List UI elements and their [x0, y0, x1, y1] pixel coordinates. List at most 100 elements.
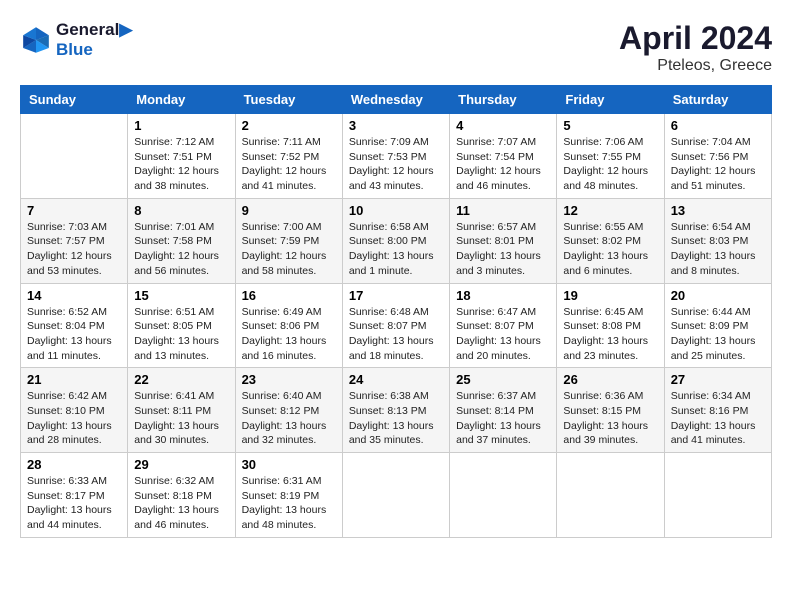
day-info: Sunrise: 6:51 AMSunset: 8:05 PMDaylight:…	[134, 305, 228, 364]
day-info: Sunrise: 6:45 AMSunset: 8:08 PMDaylight:…	[563, 305, 657, 364]
day-info: Sunrise: 6:32 AMSunset: 8:18 PMDaylight:…	[134, 474, 228, 533]
day-number: 6	[671, 118, 765, 133]
day-number: 8	[134, 203, 228, 218]
day-number: 25	[456, 372, 550, 387]
day-info: Sunrise: 6:42 AMSunset: 8:10 PMDaylight:…	[27, 389, 121, 448]
day-number: 16	[242, 288, 336, 303]
logo: General▶ Blue	[20, 20, 132, 60]
day-info: Sunrise: 6:38 AMSunset: 8:13 PMDaylight:…	[349, 389, 443, 448]
calendar-cell	[342, 453, 449, 538]
day-number: 10	[349, 203, 443, 218]
calendar-cell: 15 Sunrise: 6:51 AMSunset: 8:05 PMDayligh…	[128, 283, 235, 368]
day-info: Sunrise: 7:00 AMSunset: 7:59 PMDaylight:…	[242, 220, 336, 279]
day-number: 14	[27, 288, 121, 303]
calendar-subtitle: Pteleos, Greece	[619, 57, 772, 75]
day-number: 30	[242, 457, 336, 472]
calendar-cell	[450, 453, 557, 538]
col-header-sunday: Sunday	[21, 86, 128, 114]
day-info: Sunrise: 7:11 AMSunset: 7:52 PMDaylight:…	[242, 135, 336, 194]
calendar-cell: 21Sunrise: 6:42 AMSunset: 8:10 PMDayligh…	[21, 368, 128, 453]
day-number: 12	[563, 203, 657, 218]
day-info: Sunrise: 6:54 AMSunset: 8:03 PMDaylight:…	[671, 220, 765, 279]
day-number: 1	[134, 118, 228, 133]
calendar-week-4: 21Sunrise: 6:42 AMSunset: 8:10 PMDayligh…	[21, 368, 772, 453]
calendar-cell: 23 Sunrise: 6:40 AMSunset: 8:12 PMDayligh…	[235, 368, 342, 453]
title-block: April 2024 Pteleos, Greece	[619, 20, 772, 75]
calendar-cell: 11Sunrise: 6:57 AMSunset: 8:01 PMDayligh…	[450, 198, 557, 283]
day-number: 24	[349, 372, 443, 387]
day-number: 26	[563, 372, 657, 387]
calendar-week-3: 14Sunrise: 6:52 AMSunset: 8:04 PMDayligh…	[21, 283, 772, 368]
day-info: Sunrise: 6:44 AMSunset: 8:09 PMDaylight:…	[671, 305, 765, 364]
calendar-cell: 25Sunrise: 6:37 AMSunset: 8:14 PMDayligh…	[450, 368, 557, 453]
calendar-header-row: SundayMondayTuesdayWednesdayThursdayFrid…	[21, 86, 772, 114]
day-number: 9	[242, 203, 336, 218]
day-info: Sunrise: 7:09 AMSunset: 7:53 PMDaylight:…	[349, 135, 443, 194]
day-number: 23	[242, 372, 336, 387]
calendar-cell: 10 Sunrise: 6:58 AMSunset: 8:00 PMDayligh…	[342, 198, 449, 283]
day-number: 7	[27, 203, 121, 218]
day-info: Sunrise: 6:33 AMSunset: 8:17 PMDaylight:…	[27, 474, 121, 533]
col-header-saturday: Saturday	[664, 86, 771, 114]
day-info: Sunrise: 6:55 AMSunset: 8:02 PMDaylight:…	[563, 220, 657, 279]
day-info: Sunrise: 7:06 AMSunset: 7:55 PMDaylight:…	[563, 135, 657, 194]
calendar-cell: 27Sunrise: 6:34 AMSunset: 8:16 PMDayligh…	[664, 368, 771, 453]
calendar-week-1: 1 Sunrise: 7:12 AMSunset: 7:51 PMDaylight…	[21, 114, 772, 199]
day-number: 2	[242, 118, 336, 133]
col-header-tuesday: Tuesday	[235, 86, 342, 114]
calendar-cell: 7 Sunrise: 7:03 AMSunset: 7:57 PMDaylight…	[21, 198, 128, 283]
day-number: 27	[671, 372, 765, 387]
day-info: Sunrise: 7:01 AMSunset: 7:58 PMDaylight:…	[134, 220, 228, 279]
col-header-wednesday: Wednesday	[342, 86, 449, 114]
day-info: Sunrise: 6:31 AMSunset: 8:19 PMDaylight:…	[242, 474, 336, 533]
calendar-cell: 1 Sunrise: 7:12 AMSunset: 7:51 PMDaylight…	[128, 114, 235, 199]
calendar-cell: 2 Sunrise: 7:11 AMSunset: 7:52 PMDaylight…	[235, 114, 342, 199]
day-info: Sunrise: 7:07 AMSunset: 7:54 PMDaylight:…	[456, 135, 550, 194]
calendar-cell: 9 Sunrise: 7:00 AMSunset: 7:59 PMDaylight…	[235, 198, 342, 283]
col-header-monday: Monday	[128, 86, 235, 114]
day-number: 5	[563, 118, 657, 133]
calendar-cell	[664, 453, 771, 538]
day-number: 29	[134, 457, 228, 472]
day-info: Sunrise: 6:40 AMSunset: 8:12 PMDaylight:…	[242, 389, 336, 448]
day-info: Sunrise: 7:03 AMSunset: 7:57 PMDaylight:…	[27, 220, 121, 279]
calendar-cell: 4 Sunrise: 7:07 AMSunset: 7:54 PMDaylight…	[450, 114, 557, 199]
logo-text: General▶ Blue	[56, 20, 132, 60]
calendar-cell: 13 Sunrise: 6:54 AMSunset: 8:03 PMDayligh…	[664, 198, 771, 283]
calendar-cell: 8 Sunrise: 7:01 AMSunset: 7:58 PMDaylight…	[128, 198, 235, 283]
calendar-title: April 2024	[619, 20, 772, 57]
calendar-cell: 18 Sunrise: 6:47 AMSunset: 8:07 PMDayligh…	[450, 283, 557, 368]
logo-icon	[20, 24, 52, 56]
day-info: Sunrise: 6:47 AMSunset: 8:07 PMDaylight:…	[456, 305, 550, 364]
day-info: Sunrise: 6:49 AMSunset: 8:06 PMDaylight:…	[242, 305, 336, 364]
calendar-table: SundayMondayTuesdayWednesdayThursdayFrid…	[20, 85, 772, 538]
page-header: General▶ Blue April 2024 Pteleos, Greece	[20, 20, 772, 75]
day-number: 13	[671, 203, 765, 218]
day-number: 11	[456, 203, 550, 218]
day-info: Sunrise: 7:04 AMSunset: 7:56 PMDaylight:…	[671, 135, 765, 194]
calendar-cell: 5 Sunrise: 7:06 AMSunset: 7:55 PMDaylight…	[557, 114, 664, 199]
calendar-cell: 3Sunrise: 7:09 AMSunset: 7:53 PMDaylight…	[342, 114, 449, 199]
day-info: Sunrise: 7:12 AMSunset: 7:51 PMDaylight:…	[134, 135, 228, 194]
col-header-friday: Friday	[557, 86, 664, 114]
calendar-cell: 14Sunrise: 6:52 AMSunset: 8:04 PMDayligh…	[21, 283, 128, 368]
day-number: 4	[456, 118, 550, 133]
calendar-cell: 26Sunrise: 6:36 AMSunset: 8:15 PMDayligh…	[557, 368, 664, 453]
calendar-cell: 16 Sunrise: 6:49 AMSunset: 8:06 PMDayligh…	[235, 283, 342, 368]
day-number: 22	[134, 372, 228, 387]
calendar-cell: 17Sunrise: 6:48 AMSunset: 8:07 PMDayligh…	[342, 283, 449, 368]
calendar-cell: 30 Sunrise: 6:31 AMSunset: 8:19 PMDayligh…	[235, 453, 342, 538]
calendar-cell: 29 Sunrise: 6:32 AMSunset: 8:18 PMDayligh…	[128, 453, 235, 538]
calendar-cell: 12 Sunrise: 6:55 AMSunset: 8:02 PMDayligh…	[557, 198, 664, 283]
col-header-thursday: Thursday	[450, 86, 557, 114]
calendar-cell: 28 Sunrise: 6:33 AMSunset: 8:17 PMDayligh…	[21, 453, 128, 538]
day-info: Sunrise: 6:41 AMSunset: 8:11 PMDaylight:…	[134, 389, 228, 448]
day-number: 20	[671, 288, 765, 303]
day-number: 18	[456, 288, 550, 303]
day-number: 15	[134, 288, 228, 303]
day-info: Sunrise: 6:58 AMSunset: 8:00 PMDaylight:…	[349, 220, 443, 279]
day-info: Sunrise: 6:48 AMSunset: 8:07 PMDaylight:…	[349, 305, 443, 364]
day-number: 19	[563, 288, 657, 303]
calendar-cell: 22 Sunrise: 6:41 AMSunset: 8:11 PMDayligh…	[128, 368, 235, 453]
day-number: 28	[27, 457, 121, 472]
